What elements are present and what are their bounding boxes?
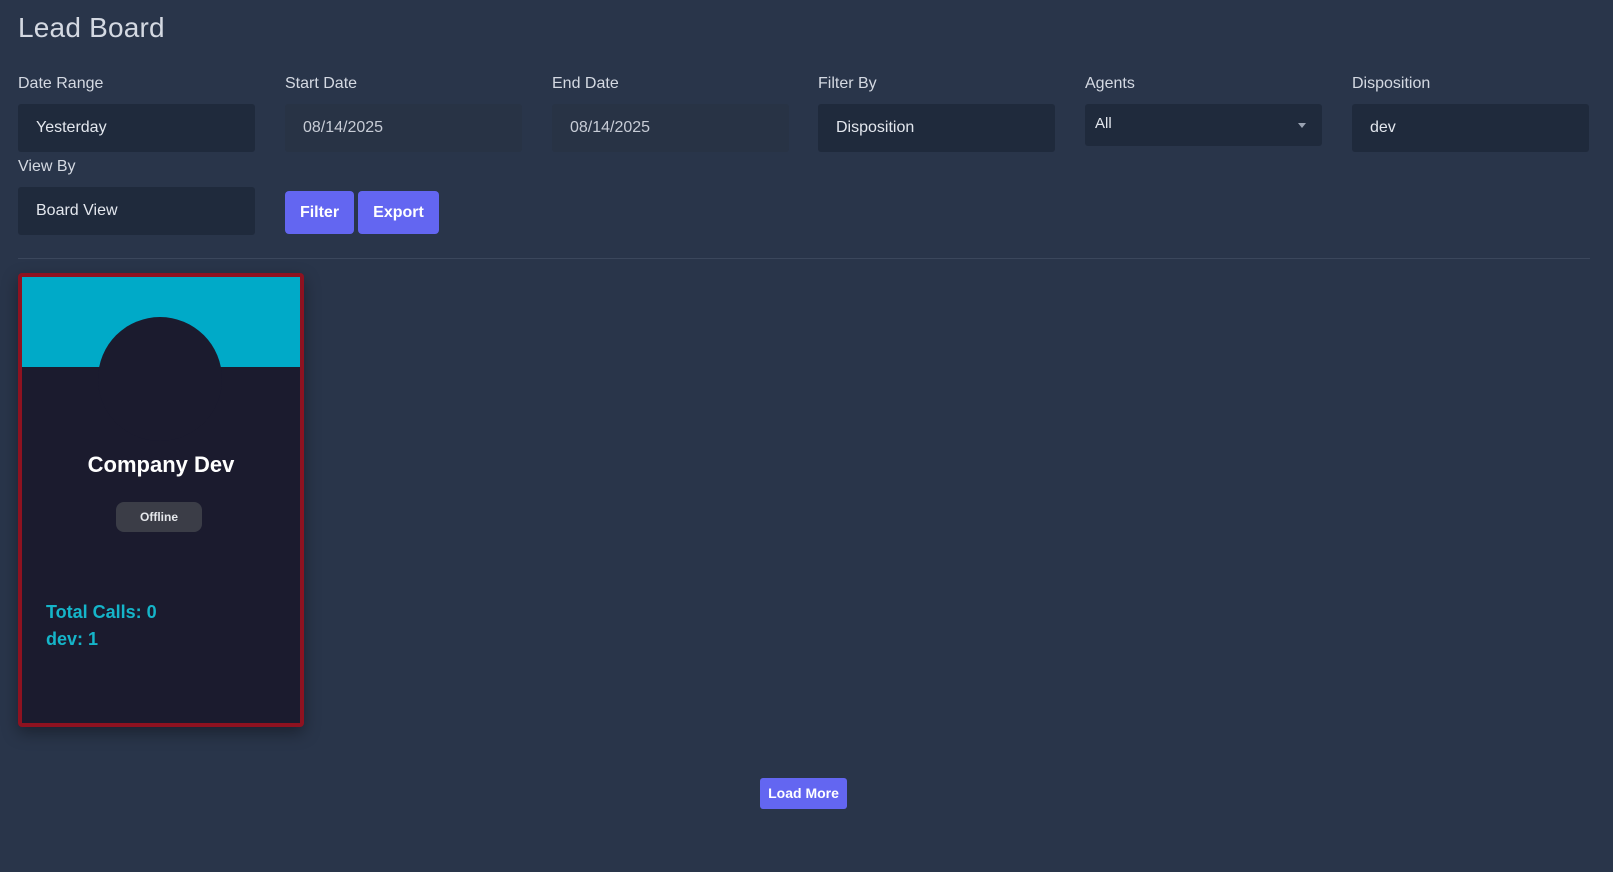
total-calls-stat: Total Calls: 0 xyxy=(46,602,157,622)
disposition-input[interactable]: dev xyxy=(1352,104,1589,152)
filter-by-label: Filter By xyxy=(818,75,877,92)
end-date-field: End Date 08/14/2025 xyxy=(552,74,789,152)
date-range-select[interactable]: Yesterday xyxy=(18,104,255,152)
view-by-select[interactable]: Board View xyxy=(18,187,255,235)
card-name: Company Dev xyxy=(87,452,235,477)
agents-selected-value: All xyxy=(1095,115,1112,132)
agents-field: Agents All xyxy=(1085,74,1322,146)
chevron-down-icon xyxy=(1298,123,1306,128)
filter-by-select[interactable]: Disposition xyxy=(818,104,1055,152)
view-by-label: View By xyxy=(18,158,76,175)
disposition-label: Disposition xyxy=(1352,75,1431,92)
lead-card[interactable]: Company Dev Offline Total Calls: 0 dev: … xyxy=(18,273,304,727)
end-date-input[interactable]: 08/14/2025 xyxy=(552,104,789,152)
status-badge: Offline xyxy=(116,502,202,532)
agents-label: Agents xyxy=(1085,75,1135,92)
date-range-field: Date Range Yesterday xyxy=(18,74,255,152)
view-by-field: View By Board View xyxy=(18,157,255,235)
disposition-count-stat: dev: 1 xyxy=(46,629,99,649)
filter-by-field: Filter By Disposition xyxy=(818,74,1055,152)
export-button[interactable]: Export xyxy=(358,191,439,234)
divider xyxy=(18,258,1590,259)
end-date-label: End Date xyxy=(552,75,619,92)
start-date-input[interactable]: 08/14/2025 xyxy=(285,104,522,152)
disposition-field: Disposition dev xyxy=(1352,74,1589,152)
avatar xyxy=(98,317,222,441)
page-title: Lead Board xyxy=(18,12,165,43)
start-date-field: Start Date 08/14/2025 xyxy=(285,74,522,152)
date-range-label: Date Range xyxy=(18,75,104,92)
agents-select[interactable]: All xyxy=(1085,104,1322,146)
start-date-label: Start Date xyxy=(285,75,358,92)
filter-button[interactable]: Filter xyxy=(285,191,354,234)
load-more-button[interactable]: Load More xyxy=(760,778,847,809)
